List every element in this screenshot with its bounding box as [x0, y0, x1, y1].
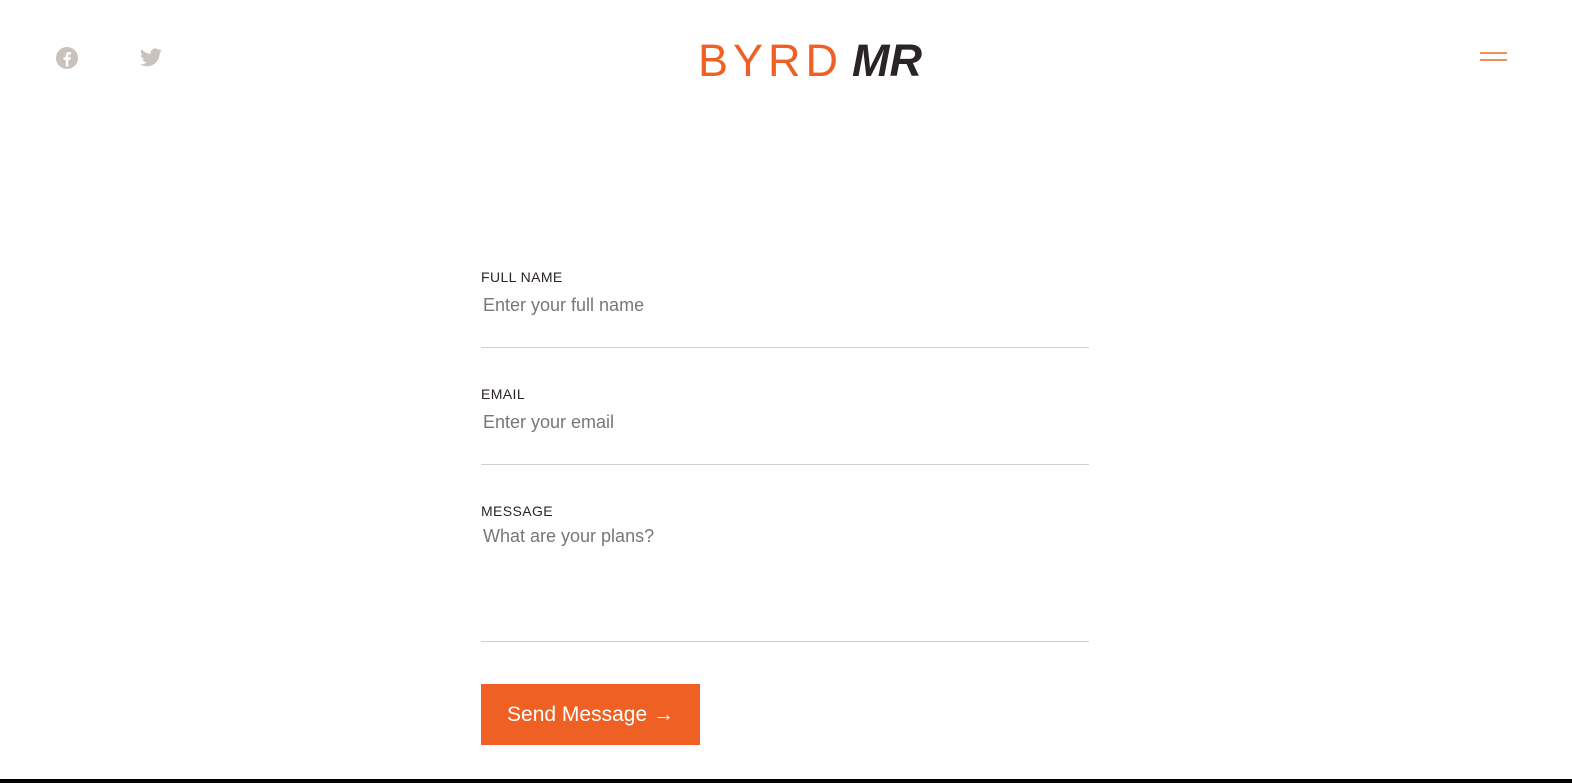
- logo-byrd-text: BYRD: [698, 36, 843, 82]
- bottom-border: [0, 779, 1572, 783]
- hamburger-menu-icon-line: [1480, 59, 1507, 61]
- message-label: MESSAGE: [481, 503, 554, 519]
- contact-form: FULL NAME EMAIL MESSAGE: [481, 266, 1089, 642]
- full-name-field: FULL NAME: [481, 266, 1089, 348]
- email-field: EMAIL: [481, 383, 1089, 465]
- hamburger-menu-icon: [1480, 52, 1507, 54]
- logo-mr-text: MR: [852, 36, 922, 82]
- facebook-link[interactable]: [55, 46, 79, 70]
- message-textarea[interactable]: [481, 526, 1089, 616]
- email-label: EMAIL: [481, 386, 526, 402]
- facebook-icon: [56, 47, 78, 69]
- site-logo[interactable]: BYRD MR: [698, 36, 943, 82]
- hamburger-menu-button[interactable]: [1480, 48, 1508, 68]
- full-name-input[interactable]: [481, 292, 1089, 318]
- twitter-icon: [140, 48, 162, 67]
- twitter-link[interactable]: [139, 46, 163, 70]
- email-input[interactable]: [481, 409, 1089, 435]
- full-name-label: FULL NAME: [481, 269, 563, 285]
- send-message-button[interactable]: Send Message →: [481, 684, 700, 745]
- byrdmr-logo: BYRD MR: [698, 36, 922, 82]
- message-field: MESSAGE: [481, 500, 1089, 642]
- site-header: BYRD MR: [0, 0, 1572, 116]
